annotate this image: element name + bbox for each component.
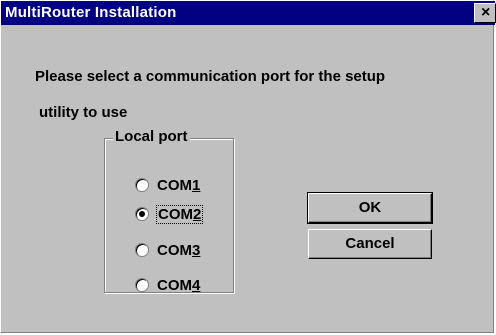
group-label: Local port bbox=[113, 128, 190, 145]
radio-com2[interactable]: COM2 bbox=[135, 204, 204, 224]
local-port-group: Local port COM1 COM2 COM3 COM4 bbox=[104, 128, 234, 295]
close-button[interactable]: × bbox=[474, 3, 496, 23]
radio-button-icon[interactable] bbox=[135, 243, 149, 257]
radio-label-com4: COM4 bbox=[157, 276, 201, 294]
title-bar[interactable]: MultiRouter Installation × bbox=[1, 1, 496, 25]
radio-button-selected-icon[interactable] bbox=[135, 207, 149, 221]
radio-label-com2: COM2 bbox=[155, 204, 204, 224]
cancel-button[interactable]: Cancel bbox=[308, 229, 432, 259]
prompt-line-1: Please select a communication port for t… bbox=[35, 68, 386, 85]
ok-button[interactable]: OK bbox=[307, 192, 433, 224]
radio-button-icon[interactable] bbox=[135, 278, 149, 292]
prompt-line-2: utility to use bbox=[39, 104, 128, 121]
radio-com3[interactable]: COM3 bbox=[135, 240, 200, 260]
radio-com1[interactable]: COM1 bbox=[135, 175, 200, 195]
radio-com4[interactable]: COM4 bbox=[135, 275, 200, 295]
radio-button-icon[interactable] bbox=[135, 178, 149, 192]
radio-label-com1: COM1 bbox=[157, 176, 201, 194]
radio-label-com3: COM3 bbox=[157, 241, 201, 259]
close-icon: × bbox=[481, 4, 491, 21]
installation-dialog: MultiRouter Installation × Please select… bbox=[0, 0, 496, 333]
window-title: MultiRouter Installation bbox=[5, 4, 177, 21]
